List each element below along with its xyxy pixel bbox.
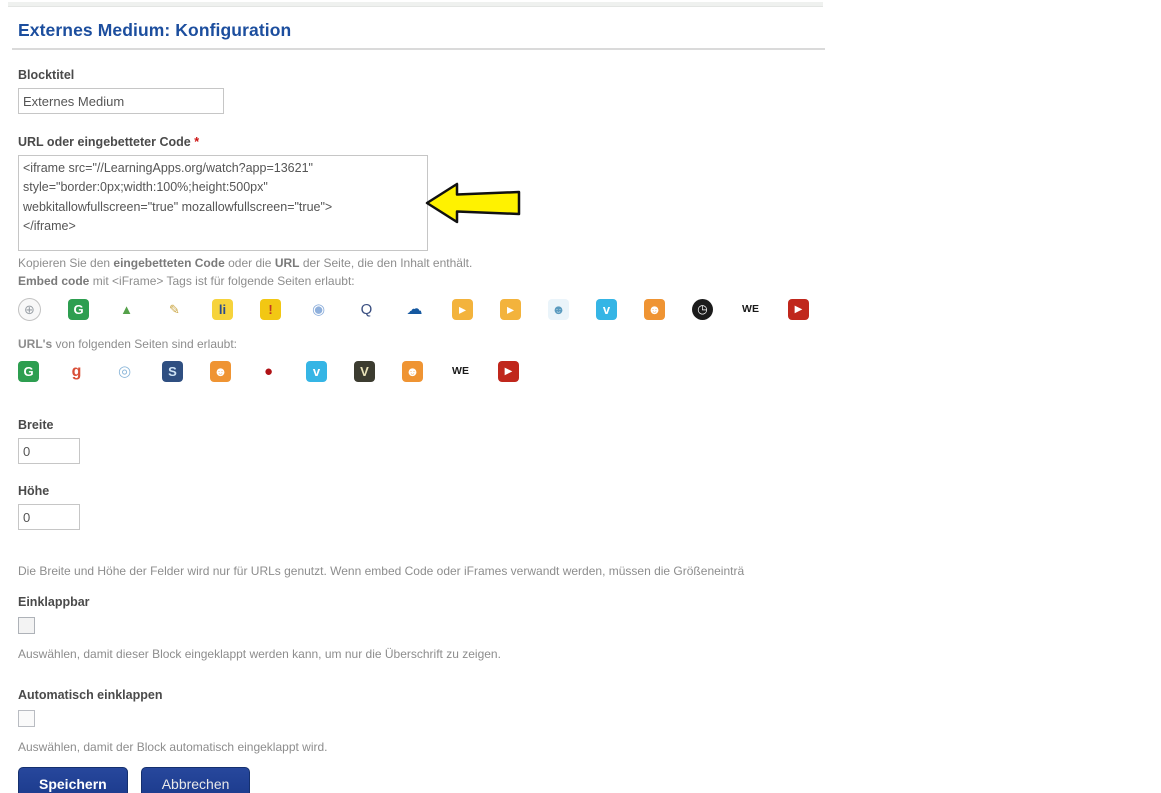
vimeo-icon: v: [306, 360, 327, 382]
youtube-icon: ▶: [788, 298, 809, 320]
google-docs-icon: G: [18, 360, 39, 382]
config-page: Externes Medium: Konfiguration Blocktite…: [0, 0, 1161, 793]
blocktitel-label: Blocktitel: [18, 68, 75, 82]
wevideo-icon: WE: [452, 364, 469, 377]
auto-einklappen-label: Automatisch einklappen: [18, 687, 163, 702]
voki-icon-2: ☻: [402, 360, 423, 382]
url-code-textarea[interactable]: <iframe src="//LearningApps.org/watch?ap…: [18, 155, 428, 251]
embed-hint-2: Embed code mit <iFrame> Tags ist für fol…: [18, 274, 355, 289]
apple-icon: ●: [263, 362, 274, 380]
einklappbar-label: Einklappbar: [18, 594, 90, 609]
breite-label: Breite: [18, 418, 54, 433]
cancel-button[interactable]: Abbrechen: [140, 766, 251, 793]
pencil-sketch-icon: ✎: [169, 301, 180, 317]
voki-icon: ☻: [644, 298, 665, 320]
voki-icon: ☻: [210, 360, 231, 382]
onedrive-icon: ☁: [406, 300, 423, 318]
google-drive-icon: ▲: [120, 301, 133, 317]
google-icon: g: [71, 362, 82, 380]
hoehe-input[interactable]: [18, 504, 80, 531]
top-divider: [8, 2, 823, 7]
url-allowed-label: URL's von folgenden Seiten sind erlaubt:: [18, 337, 238, 352]
padlet-icon: ▸: [452, 298, 473, 320]
size-hint: Die Breite und Höhe der Felder wird nur …: [18, 564, 745, 579]
google-docs-icon: G: [68, 298, 89, 320]
url-code-label: URL oder eingebetteter Code *: [18, 135, 200, 149]
slideshare-icon: ☻: [548, 298, 569, 320]
title-rule: [12, 48, 825, 50]
einklappbar-checkbox[interactable]: [18, 616, 35, 634]
page-title: Externes Medium: Konfiguration: [18, 20, 292, 40]
auto-einklappen-checkbox[interactable]: [18, 709, 35, 727]
save-button[interactable]: Speichern: [18, 766, 128, 793]
clock-icon: ◷: [692, 298, 713, 320]
embed-hint-1: Kopieren Sie den eingebetteten Code oder…: [18, 256, 473, 270]
quizlet-icon: Q: [360, 300, 373, 318]
callout-arrow-icon: [425, 182, 521, 224]
blocktitel-input[interactable]: [18, 88, 224, 114]
vimeo-icon: v: [596, 298, 617, 320]
required-asterisk: *: [194, 135, 200, 149]
rings-icon: ◎: [117, 362, 132, 380]
hoehe-label: Höhe: [18, 484, 50, 499]
youtube-icon: ▶: [498, 360, 519, 382]
v-badge-icon: V: [354, 360, 375, 382]
embed-allowed-sites-row: ⊕ G ▲ ✎ li! ◉ Q ☁ ▸ ▸ ☻ v ☻ ◷ WE ▶: [18, 297, 1161, 321]
breite-input[interactable]: [18, 438, 80, 465]
sphere-icon: ◉: [311, 300, 326, 318]
s-wave-icon: S: [162, 360, 183, 382]
url-allowed-sites-row: Gg ◎ S ☻ ● v V ☻ WE ▶: [18, 360, 1161, 382]
button-row: Speichern Abbrechen: [18, 766, 1161, 793]
einklappbar-hint: Auswählen, damit dieser Block eingeklapp…: [18, 646, 501, 661]
padlet-icon-2: ▸: [500, 298, 521, 320]
globe-icon: ⊕: [18, 297, 41, 321]
learningapps-icon: li: [212, 298, 233, 320]
wevideo-icon: WE: [742, 302, 759, 315]
lino-icon: !: [260, 298, 281, 320]
auto-einklappen-hint: Auswählen, damit der Block automatisch e…: [18, 739, 328, 754]
